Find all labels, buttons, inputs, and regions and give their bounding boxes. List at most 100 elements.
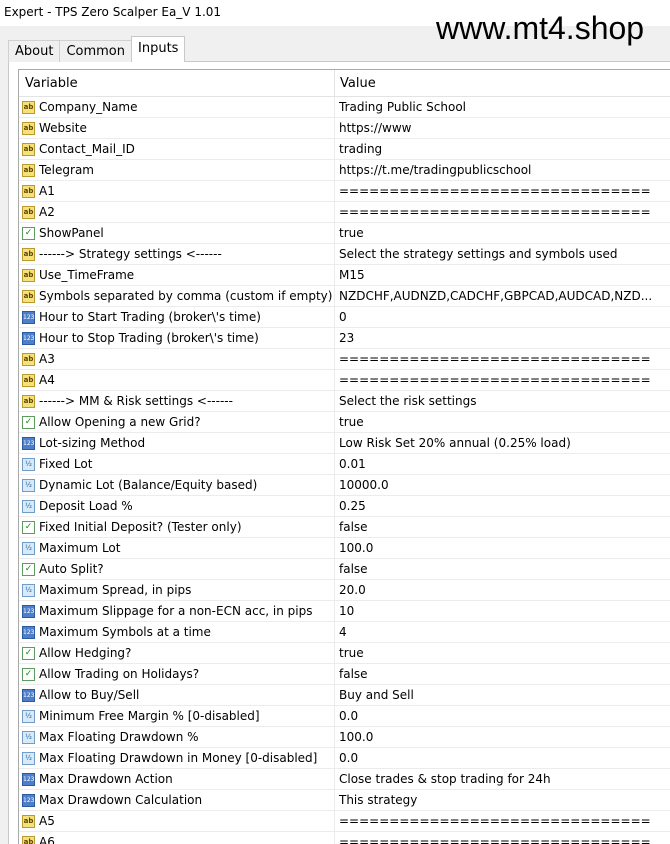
- column-header-variable[interactable]: Variable: [19, 70, 335, 96]
- tab-inputs[interactable]: Inputs: [131, 36, 186, 62]
- variable-name: Contact_Mail_ID: [39, 142, 135, 156]
- variable-cell: ab Company_Name: [19, 97, 335, 117]
- table-row[interactable]: 123 Maximum Slippage for a non-ECN acc, i…: [19, 601, 670, 622]
- value-cell[interactable]: ====================================: [335, 832, 651, 844]
- table-row[interactable]: ab Symbols separated by comma (custom if …: [19, 286, 670, 307]
- table-row[interactable]: 123 Max Drawdown Calculation This strategy: [19, 790, 670, 811]
- table-row[interactable]: ab Use_TimeFrame M15: [19, 265, 670, 286]
- value-cell[interactable]: 0.0: [335, 706, 651, 726]
- value-cell[interactable]: 0.01: [335, 454, 651, 474]
- table-row[interactable]: 123 Lot-sizing Method Low Risk Set 20% ann…: [19, 433, 670, 454]
- table-row[interactable]: ab A3 ====================================: [19, 349, 670, 370]
- table-row[interactable]: ✓ Allow Hedging? true: [19, 643, 670, 664]
- value-cell[interactable]: Select the risk settings: [335, 391, 651, 411]
- table-row[interactable]: ab A1 ====================================: [19, 181, 670, 202]
- value-cell[interactable]: M15: [335, 265, 651, 285]
- variable-name: Minimum Free Margin % [0-disabled]: [39, 709, 260, 723]
- table-row[interactable]: ab Company_Name Trading Public School: [19, 97, 670, 118]
- table-row[interactable]: ½ Minimum Free Margin % [0-disabled] 0.0: [19, 706, 670, 727]
- variable-cell: ab ------> Strategy settings <------: [19, 244, 335, 264]
- table-row[interactable]: 123 Max Drawdown Action Close trades & sto…: [19, 769, 670, 790]
- boolean-type-icon: ✓: [22, 667, 35, 681]
- table-row[interactable]: ab A2 ====================================: [19, 202, 670, 223]
- table-row[interactable]: ✓ Auto Split? false: [19, 559, 670, 580]
- value-cell[interactable]: Select the strategy settings and symbols…: [335, 244, 651, 264]
- value-cell[interactable]: Low Risk Set 20% annual (0.25% load): [335, 433, 651, 453]
- table-row[interactable]: ✓ ShowPanel true: [19, 223, 670, 244]
- table-row[interactable]: ½ Maximum Spread, in pips 20.0: [19, 580, 670, 601]
- variable-cell: ab Contact_Mail_ID: [19, 139, 335, 159]
- variable-cell: ab ------> MM & Risk settings <------: [19, 391, 335, 411]
- value-cell[interactable]: 0: [335, 307, 651, 327]
- variable-name: Fixed Initial Deposit? (Tester only): [39, 520, 242, 534]
- value-cell[interactable]: 0.25: [335, 496, 651, 516]
- value-cell[interactable]: ====================================: [335, 370, 651, 390]
- table-row[interactable]: 123 Hour to Stop Trading (broker\'s time)…: [19, 328, 670, 349]
- value-cell[interactable]: 100.0: [335, 727, 651, 747]
- value-cell[interactable]: false: [335, 664, 651, 684]
- value-cell[interactable]: 23: [335, 328, 651, 348]
- tab-common[interactable]: Common: [59, 40, 132, 62]
- tab-about[interactable]: About: [8, 40, 61, 62]
- variable-cell: ab Use_TimeFrame: [19, 265, 335, 285]
- value-cell[interactable]: true: [335, 643, 651, 663]
- table-row[interactable]: ✓ Allow Trading on Holidays? false: [19, 664, 670, 685]
- table-row[interactable]: ½ Max Floating Drawdown % 100.0: [19, 727, 670, 748]
- table-row[interactable]: ½ Max Floating Drawdown in Money [0-disab…: [19, 748, 670, 769]
- value-cell[interactable]: NZDCHF,AUDNZD,CADCHF,GBPCAD,AUDCAD,NZD..…: [335, 286, 651, 306]
- value-cell[interactable]: 10: [335, 601, 651, 621]
- value-cell[interactable]: ====================================: [335, 181, 651, 201]
- variable-cell: ½ Deposit Load %: [19, 496, 335, 516]
- string-type-icon: ab: [22, 163, 35, 177]
- variable-cell: ½ Dynamic Lot (Balance/Equity based): [19, 475, 335, 495]
- value-cell[interactable]: 0.0: [335, 748, 651, 768]
- table-row[interactable]: ½ Deposit Load % 0.25: [19, 496, 670, 517]
- table-row[interactable]: ab Telegram https://t.me/tradingpublicscho…: [19, 160, 670, 181]
- value-cell[interactable]: https://www: [335, 118, 651, 138]
- value-cell[interactable]: Close trades & stop trading for 24h: [335, 769, 651, 789]
- table-row[interactable]: ab Contact_Mail_ID trading: [19, 139, 670, 160]
- table-row[interactable]: ✓ Fixed Initial Deposit? (Tester only) fal…: [19, 517, 670, 538]
- table-row[interactable]: ½ Fixed Lot 0.01: [19, 454, 670, 475]
- variable-cell: 123 Hour to Stop Trading (broker\'s time): [19, 328, 335, 348]
- string-type-icon: ab: [22, 100, 35, 114]
- variable-name: Dynamic Lot (Balance/Equity based): [39, 478, 258, 492]
- value-cell[interactable]: trading: [335, 139, 651, 159]
- value-cell[interactable]: ====================================: [335, 202, 651, 222]
- table-row[interactable]: ab A4 ====================================: [19, 370, 670, 391]
- value-cell[interactable]: false: [335, 559, 651, 579]
- value-cell[interactable]: Buy and Sell: [335, 685, 651, 705]
- value-cell[interactable]: true: [335, 412, 651, 432]
- table-row[interactable]: ✓ Allow Opening a new Grid? true: [19, 412, 670, 433]
- value-cell[interactable]: 20.0: [335, 580, 651, 600]
- variable-cell: 123 Max Drawdown Action: [19, 769, 335, 789]
- value-cell[interactable]: ====================================: [335, 811, 651, 831]
- table-row[interactable]: ab Website https://www: [19, 118, 670, 139]
- table-row[interactable]: ½ Dynamic Lot (Balance/Equity based) 10000…: [19, 475, 670, 496]
- table-row[interactable]: 123 Maximum Symbols at a time 4: [19, 622, 670, 643]
- table-header: Variable Value: [19, 70, 670, 97]
- table-row[interactable]: ab ------> MM & Risk settings <------ Sele…: [19, 391, 670, 412]
- integer-type-icon: 123: [22, 310, 35, 324]
- table-row[interactable]: 123 Allow to Buy/Sell Buy and Sell: [19, 685, 670, 706]
- value-cell[interactable]: 100.0: [335, 538, 651, 558]
- value-cell[interactable]: 4: [335, 622, 651, 642]
- table-row[interactable]: ab A6 ====================================: [19, 832, 670, 844]
- table-row[interactable]: ab ------> Strategy settings <------ Selec…: [19, 244, 670, 265]
- table-row[interactable]: 123 Hour to Start Trading (broker\'s time…: [19, 307, 670, 328]
- value-cell[interactable]: Trading Public School: [335, 97, 651, 117]
- window-title: Expert - TPS Zero Scalper Ea_V 1.01: [4, 5, 222, 19]
- column-header-value[interactable]: Value: [335, 70, 651, 96]
- value-cell[interactable]: 10000.0: [335, 475, 651, 495]
- value-cell[interactable]: true: [335, 223, 651, 243]
- variable-name: Website: [39, 121, 87, 135]
- value-cell[interactable]: This strategy: [335, 790, 651, 810]
- variable-cell: ½ Max Floating Drawdown in Money [0-disab…: [19, 748, 335, 768]
- variable-name: Allow Trading on Holidays?: [39, 667, 200, 681]
- variable-cell: ½ Maximum Lot: [19, 538, 335, 558]
- value-cell[interactable]: ====================================: [335, 349, 651, 369]
- table-row[interactable]: ab A5 ====================================: [19, 811, 670, 832]
- value-cell[interactable]: false: [335, 517, 651, 537]
- value-cell[interactable]: https://t.me/tradingpublicschool: [335, 160, 651, 180]
- table-row[interactable]: ½ Maximum Lot 100.0: [19, 538, 670, 559]
